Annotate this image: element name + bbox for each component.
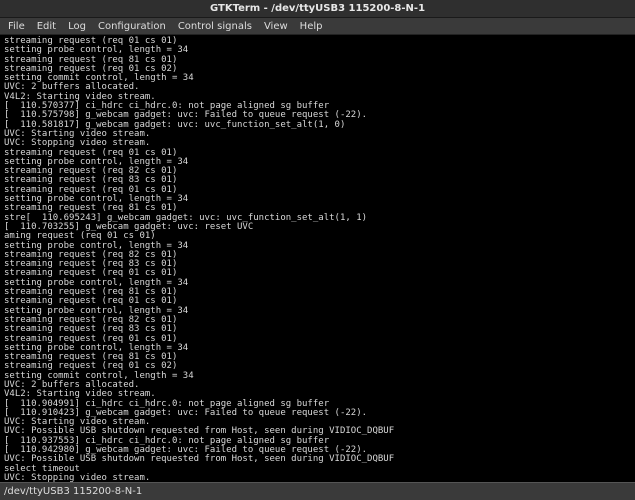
terminal-line: UVC: Possible USB shutdown requested fro… (4, 455, 631, 464)
statusbar: /dev/ttyUSB3 115200-8-N-1 (0, 482, 635, 500)
menu-help[interactable]: Help (294, 21, 329, 32)
window-title: GTKTerm - /dev/ttyUSB3 115200-8-N-1 (210, 3, 425, 14)
menu-control-signals[interactable]: Control signals (172, 21, 258, 32)
menu-configuration[interactable]: Configuration (92, 21, 172, 32)
terminal-output[interactable]: streaming request (req 01 cs 01)setting … (0, 35, 635, 482)
menu-log[interactable]: Log (62, 21, 92, 32)
menubar: File Edit Log Configuration Control sign… (0, 18, 635, 35)
menu-file[interactable]: File (2, 21, 31, 32)
statusbar-text: /dev/ttyUSB3 115200-8-N-1 (4, 486, 142, 497)
menu-view[interactable]: View (258, 21, 294, 32)
menu-edit[interactable]: Edit (31, 21, 62, 32)
terminal-line: UVC: Stopping video stream. (4, 474, 631, 482)
window-titlebar: GTKTerm - /dev/ttyUSB3 115200-8-N-1 (0, 0, 635, 18)
